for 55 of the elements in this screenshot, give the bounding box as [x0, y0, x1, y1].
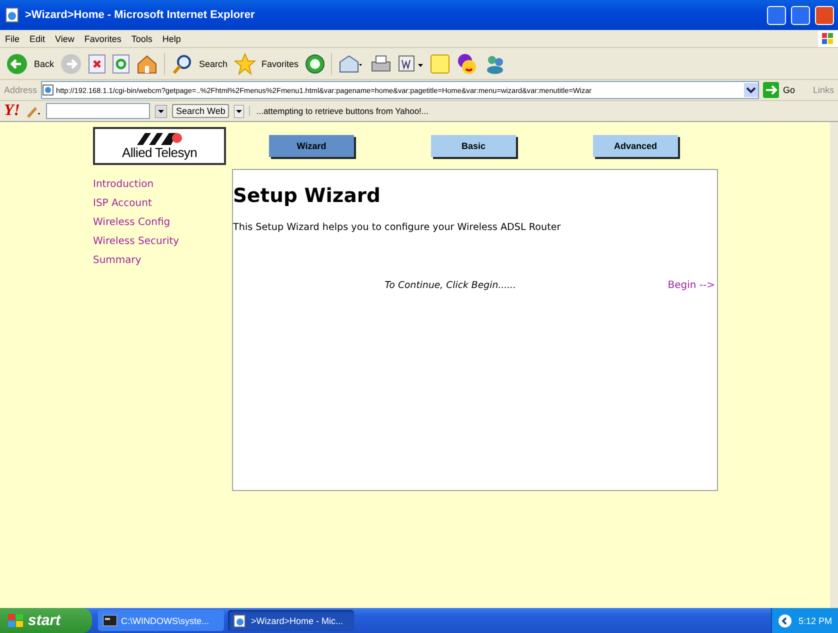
console-icon [103, 615, 117, 626]
stop-icon[interactable] [88, 54, 106, 74]
home-icon[interactable] [136, 52, 158, 74]
search-label[interactable]: Search [199, 58, 228, 68]
search-icon[interactable] [171, 52, 194, 74]
page-heading: Setup Wizard [233, 184, 380, 207]
search-field[interactable] [46, 103, 150, 119]
yahoo-logo[interactable]: Y! [4, 102, 20, 120]
windows-flag-icon [8, 614, 24, 628]
go-arrow-icon[interactable] [762, 82, 779, 98]
nav-tab[interactable]: Advanced [593, 135, 678, 157]
clock: 5:12 PM [798, 616, 832, 626]
dropdown-arrow-icon[interactable] [234, 104, 244, 118]
word-icon[interactable] [398, 54, 424, 74]
start-button[interactable]: start [0, 608, 92, 633]
minimize-button[interactable] [767, 6, 786, 24]
logo: Allied Telesyn [93, 127, 226, 165]
go-button[interactable]: Go [782, 85, 795, 95]
menu-item[interactable]: Tools [131, 34, 152, 44]
taskbar-button[interactable]: >Wizard>Home - Mic... [228, 610, 354, 631]
taskbar-button[interactable]: C:\WINDOWS\syste... [98, 610, 224, 631]
sidebar-link[interactable]: ISP Account [93, 198, 152, 209]
smiley-icon[interactable] [456, 52, 478, 74]
maximize-button[interactable] [791, 6, 810, 24]
menu-item[interactable]: Help [162, 34, 181, 44]
printer-icon[interactable] [370, 54, 392, 74]
back-label[interactable]: Back [34, 58, 54, 68]
star-icon[interactable] [234, 52, 256, 74]
dropdown-arrow-icon[interactable] [155, 104, 167, 118]
favorites-label[interactable]: Favorites [262, 58, 299, 68]
menu-item[interactable]: View [55, 34, 74, 44]
refresh-icon[interactable] [112, 54, 130, 74]
logo-mark-icon [136, 132, 182, 144]
ie-page-icon [233, 614, 247, 628]
ie-page-icon [42, 84, 54, 96]
description-text: This Setup Wizard helps you to configure your Wireless ADSL Router [233, 222, 561, 233]
sidebar-link[interactable]: Introduction [93, 179, 154, 190]
chevron-icon[interactable] [778, 614, 792, 628]
close-button[interactable] [815, 6, 834, 24]
menu-item[interactable]: Edit [30, 34, 46, 44]
menu-item[interactable]: Favorites [84, 34, 122, 44]
prompt-text: To Continue, Click Begin...... [384, 280, 518, 291]
window-title: >Wizard>Home - Microsoft Internet Explorer [25, 9, 256, 21]
sidebar-link[interactable]: Summary [93, 255, 142, 266]
search-web-button[interactable]: Search Web [172, 104, 230, 118]
sidebar-link[interactable]: Wireless Config [93, 217, 170, 228]
nav-tab[interactable]: Wizard [269, 135, 354, 157]
windows-flag-icon [818, 30, 838, 46]
sidebar-link[interactable]: Wireless Security [93, 236, 180, 247]
begin-link[interactable]: Begin --> [668, 280, 717, 291]
status-text: ...attempting to retrieve buttons from Yahoo!... [249, 106, 428, 116]
nav-tab[interactable]: Basic [431, 135, 516, 157]
address-label: Address [4, 85, 38, 95]
menu-item[interactable]: File [5, 34, 20, 44]
ie-page-icon [4, 7, 20, 23]
